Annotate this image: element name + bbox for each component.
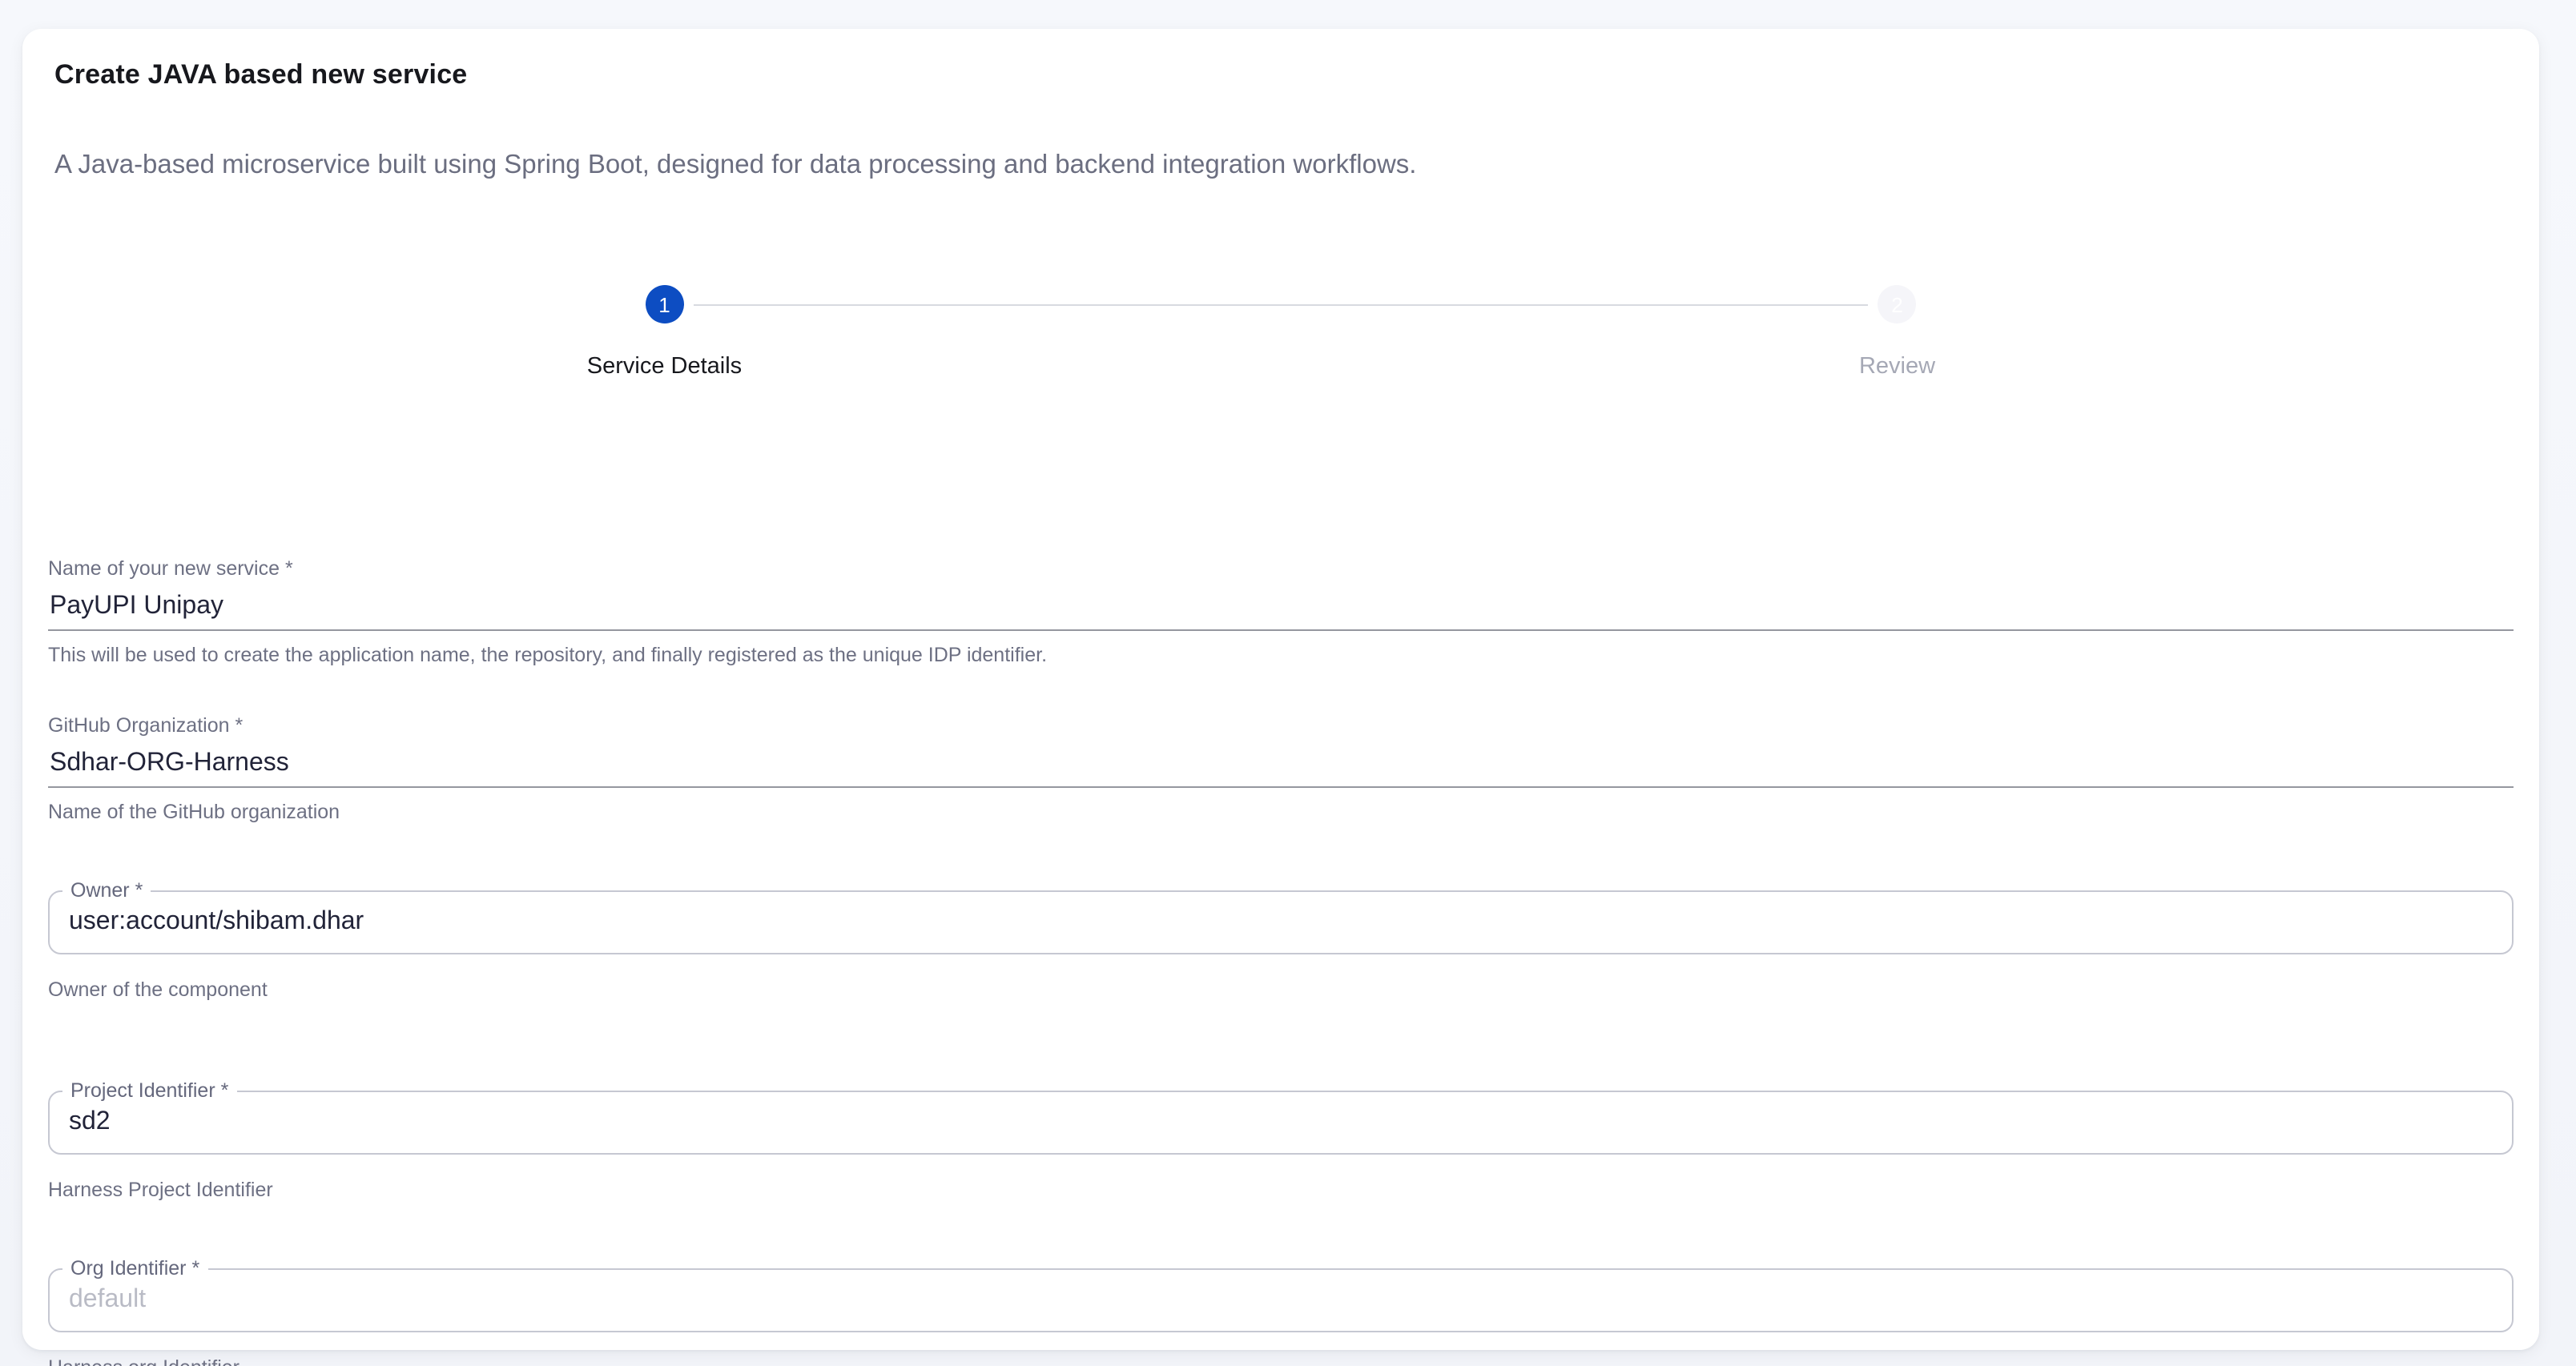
service-name-input[interactable] — [48, 591, 2514, 631]
stepper: 1 Service Details 2 Review — [48, 285, 2514, 383]
page-title: Create JAVA based new service — [54, 58, 2514, 93]
field-service-name: Name of your new service * This will be … — [48, 556, 2514, 669]
owner-label: Owner * — [62, 878, 151, 905]
field-github-org: GitHub Organization * Name of the GitHub… — [48, 713, 2514, 826]
org-identifier-input-box: Org Identifier * — [48, 1268, 2514, 1332]
field-org-identifier: Org Identifier * Harness org Identifier — [48, 1268, 2514, 1366]
github-org-label: GitHub Organization * — [48, 713, 2514, 740]
project-identifier-input[interactable] — [50, 1092, 2512, 1153]
owner-input[interactable] — [50, 892, 2512, 953]
github-org-helper: Name of the GitHub organization — [48, 799, 2514, 826]
field-owner: Owner * Owner of the component — [48, 890, 2514, 1004]
field-project-identifier: Project Identifier * Harness Project Ide… — [48, 1091, 2514, 1204]
page-subtitle: A Java-based microservice built using Sp… — [54, 147, 2514, 184]
org-identifier-helper: Harness org Identifier — [48, 1355, 2514, 1366]
org-identifier-input[interactable] — [50, 1270, 2512, 1331]
owner-helper: Owner of the component — [48, 977, 2514, 1004]
project-identifier-label: Project Identifier * — [62, 1078, 236, 1105]
step-1-number: 1 — [658, 292, 670, 316]
owner-input-box: Owner * — [48, 890, 2514, 954]
service-details-form: Name of your new service * This will be … — [48, 556, 2514, 1366]
service-name-helper: This will be used to create the applicat… — [48, 642, 2514, 669]
step-2-label: Review — [1859, 351, 1935, 383]
step-service-details[interactable]: 1 Service Details — [48, 285, 1281, 383]
org-identifier-label: Org Identifier * — [62, 1256, 207, 1283]
github-org-input[interactable] — [48, 748, 2514, 788]
step-2-badge: 2 — [1878, 285, 1917, 323]
scaled-viewport: Create JAVA based new service A Java-bas… — [0, 0, 2576, 1366]
project-identifier-input-box: Project Identifier * — [48, 1091, 2514, 1155]
page-background: Create JAVA based new service A Java-bas… — [0, 0, 2576, 1366]
project-identifier-helper: Harness Project Identifier — [48, 1177, 2514, 1204]
stepper-connector — [694, 304, 1869, 306]
step-2-number: 2 — [1891, 292, 1902, 316]
step-1-badge: 1 — [646, 285, 684, 323]
step-review[interactable]: 2 Review — [1281, 285, 2514, 383]
create-service-card: Create JAVA based new service A Java-bas… — [22, 29, 2539, 1350]
step-1-label: Service Details — [587, 351, 742, 383]
service-name-label: Name of your new service * — [48, 556, 2514, 583]
